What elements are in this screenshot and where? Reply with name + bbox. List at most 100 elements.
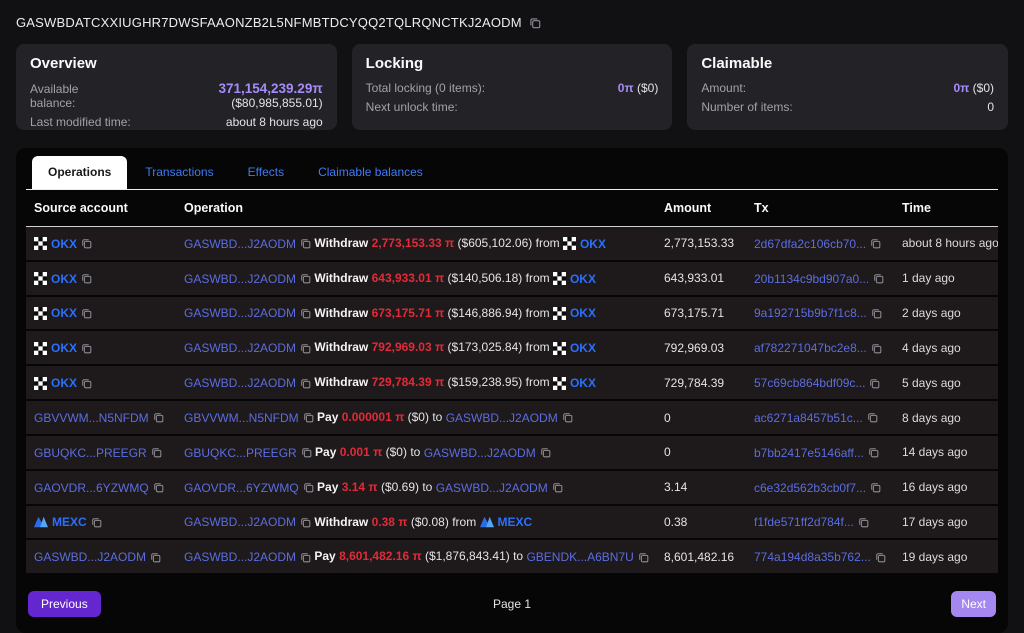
tx-link[interactable]: 9a192715b9b7f1c8... [754, 306, 867, 320]
tx-link[interactable]: 774a194d8a35b762... [754, 550, 871, 564]
copy-icon[interactable] [869, 378, 880, 389]
tab-operations[interactable]: Operations [32, 156, 127, 189]
copy-icon[interactable] [867, 412, 878, 423]
tx-link[interactable]: c6e32d562b3cb0f7... [754, 481, 866, 495]
account-entity: GASWBD...J2AODM [184, 341, 311, 355]
operation-action: Withdraw [314, 306, 368, 320]
exchange-link[interactable]: OKX [51, 237, 77, 251]
account-link[interactable]: GASWBD...J2AODM [184, 341, 296, 355]
table-row: GAOVDR...6YZWMQGAOVDR...6YZWMQ Pay 3.14 … [26, 470, 998, 505]
exchange-link[interactable]: OKX [51, 272, 77, 286]
exchange-link[interactable]: OKX [570, 376, 596, 390]
copy-icon[interactable] [875, 552, 886, 563]
operation-action: Pay [315, 445, 336, 459]
source-cell: GASWBD...J2AODM [26, 539, 176, 574]
exchange-link[interactable]: OKX [580, 237, 606, 251]
copy-icon[interactable] [300, 273, 311, 284]
operation-action: Withdraw [314, 340, 368, 354]
account-link[interactable]: GAOVDR...6YZWMQ [184, 481, 299, 495]
copy-icon[interactable] [81, 273, 92, 284]
time-cell: 14 days ago [894, 435, 998, 470]
exchange-link[interactable]: OKX [51, 341, 77, 355]
tab-transactions[interactable]: Transactions [129, 156, 229, 189]
copy-icon[interactable] [871, 343, 882, 354]
copy-icon[interactable] [81, 308, 92, 319]
account-entity: GASWBD...J2AODM [424, 446, 551, 460]
copy-icon[interactable] [552, 482, 563, 493]
copy-icon[interactable] [300, 552, 311, 563]
next-unlock-label: Next unlock time: [366, 100, 458, 114]
next-page-button[interactable]: Next [951, 591, 996, 617]
account-link[interactable]: GASWBD...J2AODM [34, 550, 146, 564]
account-link[interactable]: GBVVWM...N5NFDM [34, 411, 149, 425]
copy-icon[interactable] [638, 552, 649, 563]
account-link[interactable]: GASWBD...J2AODM [184, 272, 296, 286]
copy-icon[interactable] [303, 412, 314, 423]
tx-cell: b7bb2417e5146aff... [746, 435, 894, 470]
account-link[interactable]: GASWBD...J2AODM [424, 446, 536, 460]
tx-link[interactable]: 57c69cb864bdf09c... [754, 376, 865, 390]
exchange-link[interactable]: MEXC [52, 515, 87, 529]
copy-icon[interactable] [81, 238, 92, 249]
copy-icon[interactable] [153, 412, 164, 423]
okx-icon [563, 237, 576, 250]
copy-icon[interactable] [562, 412, 573, 423]
account-link[interactable]: GASWBD...J2AODM [436, 481, 548, 495]
copy-icon[interactable] [529, 17, 541, 29]
copy-icon[interactable] [858, 517, 869, 528]
exchange-link[interactable]: OKX [51, 306, 77, 320]
operation-cell: GASWBD...J2AODM Withdraw 2,773,153.33 π … [176, 227, 656, 261]
copy-icon[interactable] [151, 447, 162, 458]
copy-icon[interactable] [870, 482, 881, 493]
account-link[interactable]: GASWBD...J2AODM [184, 550, 296, 564]
account-link[interactable]: GBUQKC...PREEGR [34, 446, 147, 460]
copy-icon[interactable] [300, 308, 311, 319]
copy-icon[interactable] [870, 238, 881, 249]
tx-cell: c6e32d562b3cb0f7... [746, 470, 894, 505]
account-link[interactable]: GAOVDR...6YZWMQ [34, 481, 149, 495]
exchange-link[interactable]: OKX [51, 376, 77, 390]
copy-icon[interactable] [153, 482, 164, 493]
claimable-items-value: 0 [987, 100, 994, 114]
exchange-link[interactable]: OKX [570, 341, 596, 355]
account-link[interactable]: GASWBD...J2AODM [184, 237, 296, 251]
tx-link[interactable]: b7bb2417e5146aff... [754, 446, 864, 460]
account-link[interactable]: GBENDK...A6BN7U [526, 550, 633, 564]
copy-icon[interactable] [301, 447, 312, 458]
copy-icon[interactable] [300, 517, 311, 528]
copy-icon[interactable] [540, 447, 551, 458]
copy-icon[interactable] [300, 343, 311, 354]
copy-icon[interactable] [868, 447, 879, 458]
operation-action: Pay [314, 549, 335, 563]
copy-icon[interactable] [300, 378, 311, 389]
tx-link[interactable]: 20b1134c9bd907a0... [754, 272, 869, 286]
account-link[interactable]: GASWBD...J2AODM [446, 411, 558, 425]
tx-link[interactable]: f1fde571ff2d784f... [754, 515, 854, 529]
copy-icon[interactable] [150, 552, 161, 563]
copy-icon[interactable] [300, 238, 311, 249]
copy-icon[interactable] [81, 378, 92, 389]
copy-icon[interactable] [303, 482, 314, 493]
exchange-link[interactable]: MEXC [498, 515, 533, 529]
total-locking-row: Total locking (0 items): 0π ($0) [366, 81, 659, 95]
time-cell: 5 days ago [894, 365, 998, 400]
copy-icon[interactable] [871, 308, 882, 319]
account-link[interactable]: GBVVWM...N5NFDM [184, 411, 299, 425]
exchange-entity: OKX [34, 376, 92, 390]
tx-link[interactable]: af782271047bc2e8... [754, 341, 867, 355]
tab-effects[interactable]: Effects [232, 156, 300, 189]
tx-link[interactable]: 2d67dfa2c106cb70... [754, 237, 866, 251]
previous-page-button[interactable]: Previous [28, 591, 101, 617]
copy-icon[interactable] [81, 343, 92, 354]
account-link[interactable]: GBUQKC...PREEGR [184, 446, 297, 460]
account-link[interactable]: GASWBD...J2AODM [184, 515, 296, 529]
copy-icon[interactable] [91, 517, 102, 528]
account-link[interactable]: GASWBD...J2AODM [184, 306, 296, 320]
account-link[interactable]: GASWBD...J2AODM [184, 376, 296, 390]
exchange-link[interactable]: OKX [570, 272, 596, 286]
exchange-link[interactable]: OKX [570, 306, 596, 320]
copy-icon[interactable] [873, 273, 884, 284]
tx-link[interactable]: ac6271a8457b51c... [754, 411, 863, 425]
okx-icon [553, 307, 566, 320]
tab-claimable-balances[interactable]: Claimable balances [302, 156, 439, 189]
